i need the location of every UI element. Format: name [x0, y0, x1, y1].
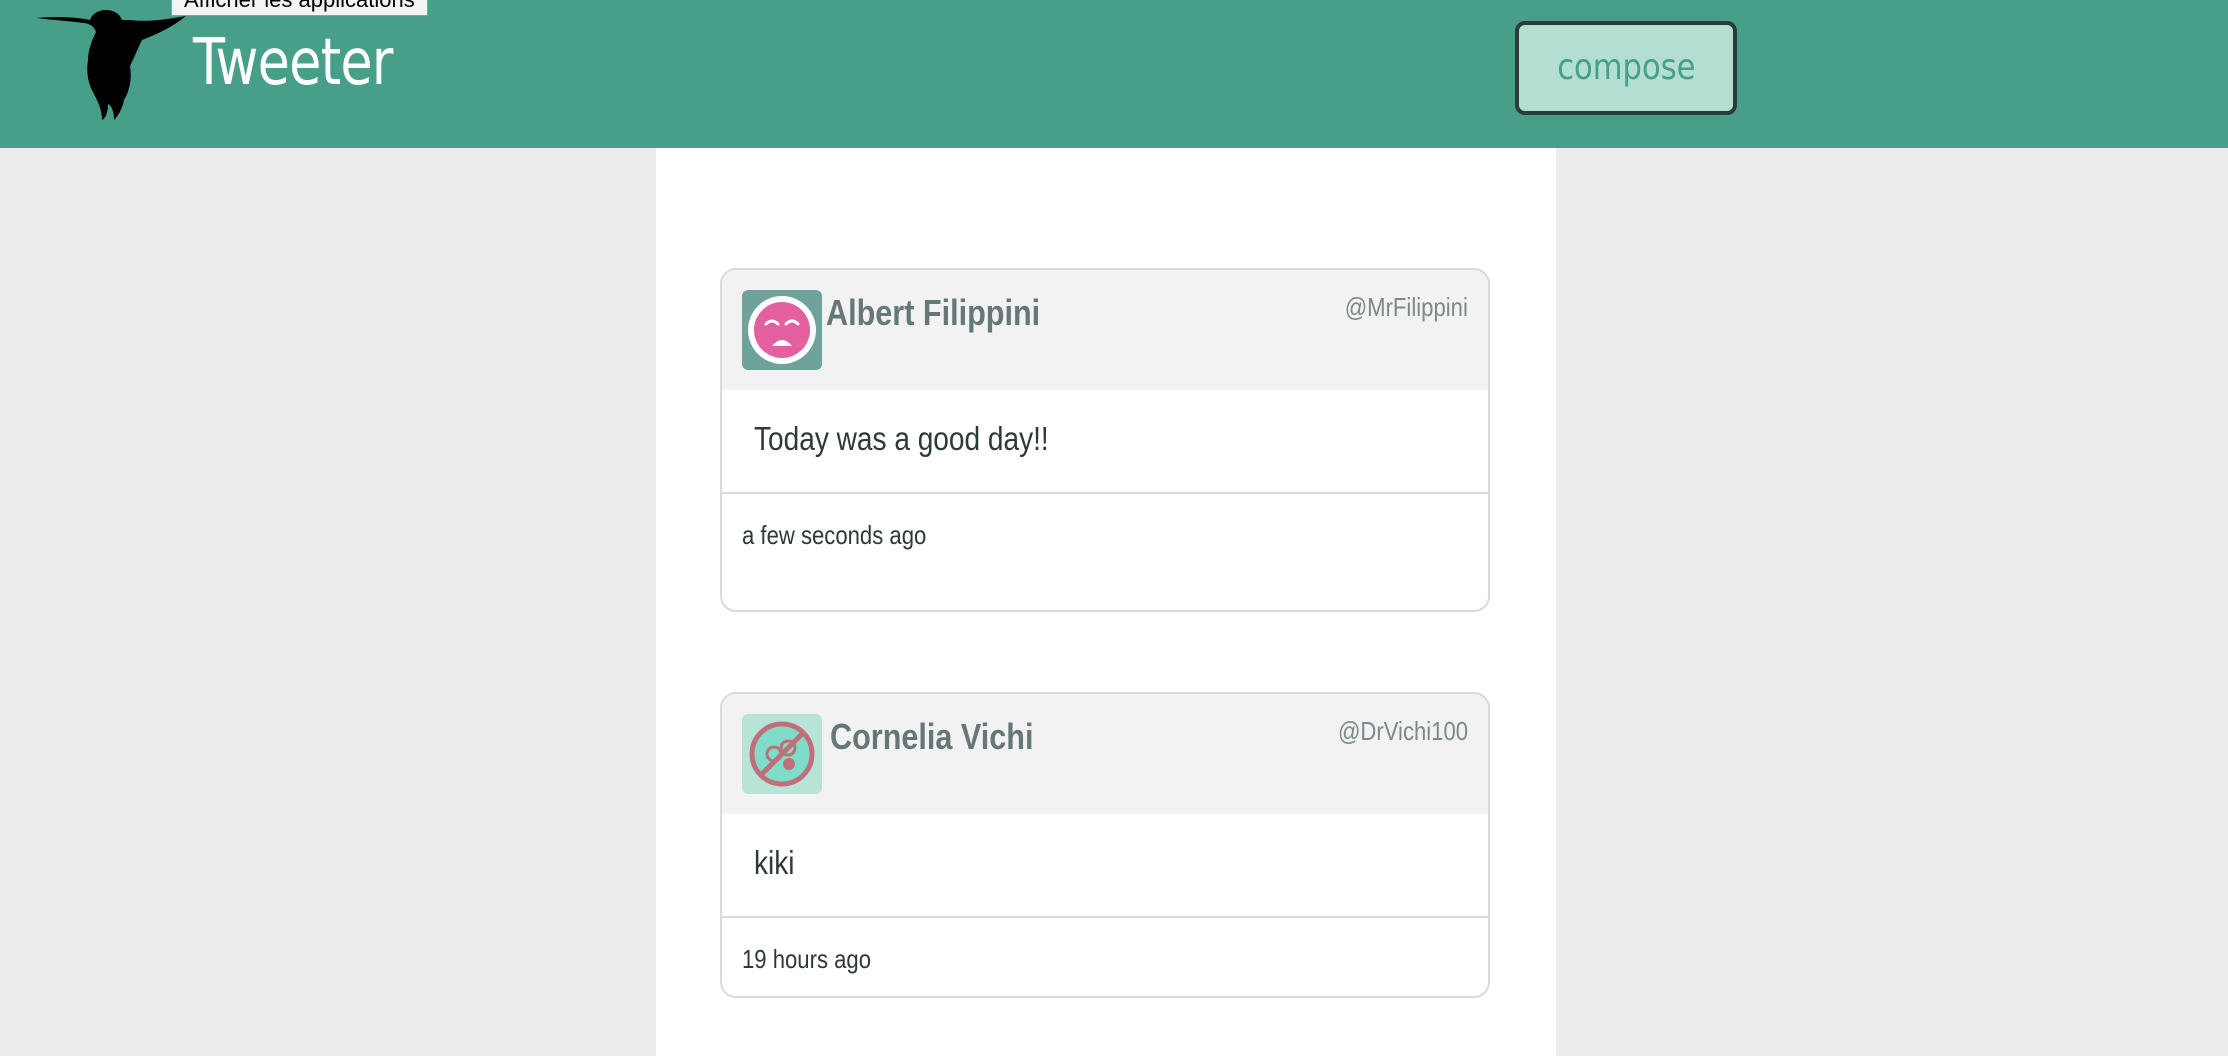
tweet-text: kiki — [754, 844, 795, 881]
tweet-text: Today was a good day!! — [754, 420, 1049, 457]
tweet-timestamp: 19 hours ago — [742, 944, 872, 974]
author-name[interactable]: Cornelia Vichi — [830, 716, 1034, 758]
top-nav-bar: Tweeter compose — [0, 0, 2228, 148]
no-pills-avatar-icon — [742, 714, 822, 794]
tooltip: Afficher les applications — [171, 0, 428, 16]
tweet-body: kiki — [722, 814, 1488, 918]
sad-face-avatar-icon — [742, 290, 822, 370]
hummingbird-logo-icon — [36, 10, 186, 120]
tweet-header: Albert Filippini @MrFilippini — [722, 270, 1488, 390]
compose-button-label: compose — [1556, 47, 1696, 88]
tweet-card: Albert Filippini @MrFilippini Today was … — [720, 268, 1490, 612]
author-handle[interactable]: @MrFilippini — [1345, 292, 1468, 323]
tweet-card: Cornelia Vichi @DrVichi100 kiki 19 hours… — [720, 692, 1490, 998]
tweet-feed: Albert Filippini @MrFilippini Today was … — [656, 148, 1556, 1056]
author-handle[interactable]: @DrVichi100 — [1338, 716, 1468, 747]
tweet-timestamp: a few seconds ago — [742, 520, 927, 550]
tweet-body: Today was a good day!! — [722, 390, 1488, 494]
compose-button[interactable]: compose — [1515, 21, 1737, 115]
author-name[interactable]: Albert Filippini — [826, 292, 1040, 334]
tweet-header: Cornelia Vichi @DrVichi100 — [722, 694, 1488, 814]
app-title: Tweeter — [193, 26, 393, 100]
